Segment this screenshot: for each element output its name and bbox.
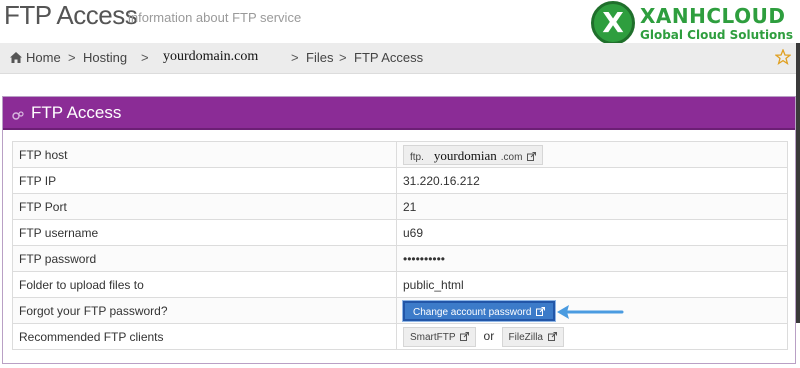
filezilla-link[interactable]: FileZilla	[501, 326, 564, 347]
breadcrumb-separator: >	[291, 50, 299, 65]
breadcrumb-home-label: Home	[26, 50, 61, 65]
external-link-icon	[527, 151, 537, 161]
ftp-port-label: FTP Port	[12, 193, 397, 220]
ftp-host-label: FTP host	[12, 141, 397, 168]
ftp-clients-cell: SmartFTP or FileZilla	[396, 323, 788, 350]
logo-name: XANHCLOUD	[640, 4, 786, 28]
scrollbar[interactable]	[796, 43, 800, 323]
breadcrumb-separator: >	[339, 50, 347, 65]
ftp-host-prefix: ftp.	[410, 151, 424, 163]
ftp-port-value: 21	[396, 193, 788, 220]
table-row: FTP username u69	[12, 219, 788, 246]
ftp-password-value: ••••••••••	[396, 245, 788, 272]
upload-folder-value: public_html	[396, 271, 788, 298]
ftp-host-domain: yourdomian	[433, 147, 497, 163]
arrow-icon	[556, 304, 624, 320]
table-row: Recommended FTP clients SmartFTP or File…	[12, 323, 788, 350]
breadcrumb-current: FTP Access	[354, 50, 424, 65]
external-link-icon	[460, 331, 470, 341]
change-password-button[interactable]: Change account password	[403, 300, 556, 321]
table-row: FTP host ftp. yourdomian .com	[12, 141, 788, 168]
ftp-username-value: u69	[396, 219, 788, 246]
forgot-password-label: Forgot your FTP password?	[12, 297, 397, 324]
page-subtitle: information about FTP service	[128, 10, 302, 25]
ftp-password-label: FTP password	[12, 245, 397, 272]
panel-title: FTP Access	[31, 103, 122, 122]
upload-folder-label: Folder to upload files to	[12, 271, 397, 298]
ftp-username-label: FTP username	[12, 219, 397, 246]
ftp-info-table: FTP host ftp. yourdomian .com FTP IP 31.22…	[12, 141, 788, 350]
breadcrumb-hosting[interactable]: Hosting	[83, 50, 127, 65]
table-row: Folder to upload files to public_html	[12, 271, 788, 298]
table-row: FTP IP 31.220.16.212	[12, 167, 788, 194]
ftp-ip-label: FTP IP	[12, 167, 397, 194]
ftp-host-link[interactable]: ftp. yourdomian .com	[403, 144, 544, 165]
table-row: FTP password ••••••••••	[12, 245, 788, 272]
breadcrumb-separator: >	[68, 50, 76, 65]
brand-logo: X XANHCLOUD Global Cloud Solutions	[591, 1, 796, 45]
page-title: FTP Access	[4, 0, 138, 30]
breadcrumb-files[interactable]: Files	[306, 50, 333, 65]
breadcrumb-separator: >	[141, 50, 149, 65]
table-row: FTP Port 21	[12, 193, 788, 220]
ftp-host-suffix: .com	[500, 151, 523, 163]
logo-tagline: Global Cloud Solutions	[640, 28, 793, 42]
ftp-host-cell: ftp. yourdomian .com	[396, 141, 788, 168]
smartftp-label: SmartFTP	[410, 331, 456, 343]
logo-mark: X	[591, 1, 635, 45]
gear-icon	[12, 109, 24, 121]
home-icon	[10, 52, 22, 63]
table-row: Forgot your FTP password? Change account…	[12, 297, 788, 324]
breadcrumb: Home > Hosting > yourdomain.com > Files …	[0, 43, 796, 74]
external-link-icon	[547, 331, 557, 341]
panel-header: FTP Access	[3, 97, 795, 130]
logo-x: X	[602, 6, 624, 39]
breadcrumb-domain[interactable]: yourdomain.com	[163, 49, 258, 65]
ftp-ip-value: 31.220.16.212	[396, 167, 788, 194]
or-text: or	[483, 328, 495, 343]
breadcrumb-home[interactable]: Home	[10, 50, 61, 65]
star-icon[interactable]	[774, 48, 792, 65]
smartftp-link[interactable]: SmartFTP	[403, 326, 477, 347]
external-link-icon	[536, 306, 546, 316]
filezilla-label: FileZilla	[508, 331, 543, 343]
change-password-label: Change account password	[413, 306, 532, 318]
ftp-clients-label: Recommended FTP clients	[12, 323, 397, 350]
ftp-access-panel: FTP Access FTP host ftp. yourdomian .com F…	[2, 96, 796, 364]
